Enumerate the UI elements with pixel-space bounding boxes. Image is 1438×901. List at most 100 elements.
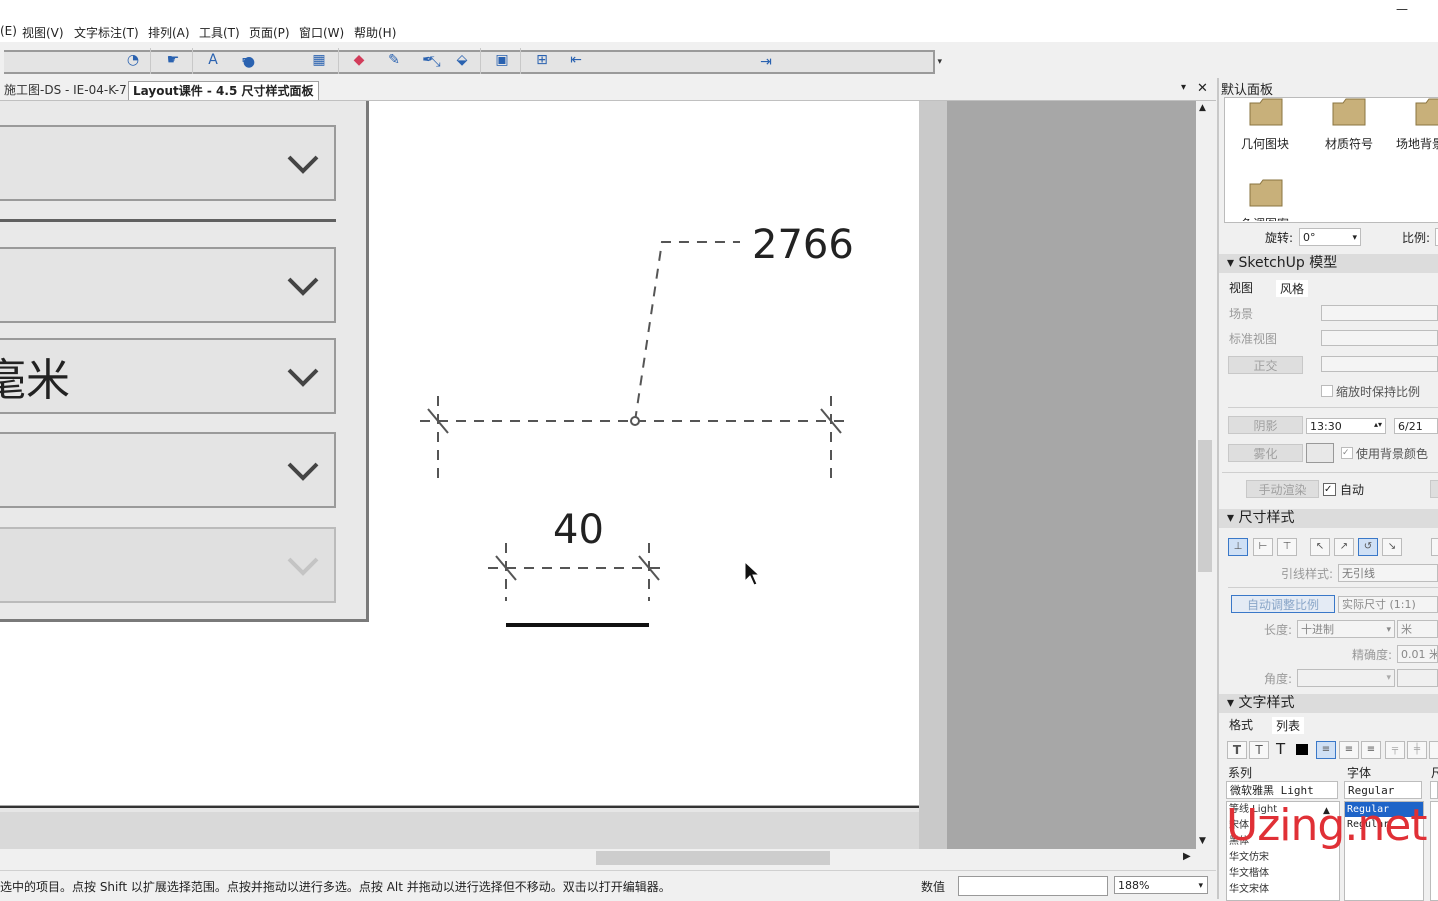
text-color-swatch[interactable]: [1296, 744, 1308, 755]
dim-more-icon[interactable]: [1431, 538, 1438, 556]
folder-icon[interactable]: [1331, 97, 1367, 127]
dim-align-3-icon[interactable]: ↺: [1358, 538, 1378, 556]
split-tool-icon[interactable]: ✒: [417, 50, 439, 70]
fog-button[interactable]: 雾化: [1228, 444, 1303, 462]
presentation-icon[interactable]: ▣: [491, 50, 513, 70]
zoom-select[interactable]: 188% ▾: [1114, 876, 1208, 894]
text-tool-icon[interactable]: A: [202, 50, 224, 70]
close-document-icon[interactable]: ✕: [1197, 81, 1208, 96]
label-tool-icon[interactable]: ⌐: [236, 50, 258, 70]
date-field[interactable]: 6/21: [1394, 418, 1438, 434]
manual-render-button[interactable]: 手动渲染: [1246, 480, 1319, 498]
scroll-up-icon[interactable]: ▲: [1199, 103, 1206, 113]
folder-icon[interactable]: [1414, 97, 1438, 127]
dimension-text-large[interactable]: 2766: [752, 222, 854, 268]
precision-label: 精确度:: [1352, 648, 1393, 662]
dropdown-2[interactable]: [0, 247, 336, 323]
menu-view[interactable]: 视图(V): [22, 24, 64, 41]
fog-color-swatch[interactable]: [1306, 443, 1334, 463]
length-unit-select[interactable]: 米: [1397, 620, 1438, 638]
angle-label: 角度:: [1264, 672, 1293, 686]
font-input[interactable]: Regular: [1344, 781, 1422, 799]
menu-edit[interactable]: (E): [0, 24, 17, 38]
folder-icon[interactable]: [1248, 97, 1284, 127]
tab-document-2[interactable]: Layout课件 - 4.5 尺寸样式面板: [128, 81, 319, 100]
precision-select[interactable]: 0.01 米: [1397, 645, 1438, 663]
text-outline-icon[interactable]: T: [1249, 741, 1269, 759]
anchor-bottom-icon[interactable]: [1429, 741, 1438, 759]
table-tool-icon[interactable]: ▦: [308, 50, 330, 70]
time-field[interactable]: 13:30 ▴▾: [1306, 418, 1386, 434]
use-bg-color-label: 使用背景颜色: [1356, 447, 1429, 461]
folder-label: 几何图块: [1241, 137, 1290, 151]
tab-style[interactable]: 风格: [1276, 280, 1309, 297]
auto-scale-button[interactable]: 自动调整比例: [1231, 595, 1335, 613]
list-item[interactable]: 华文仿宋: [1229, 850, 1339, 866]
dim-text-below-icon[interactable]: ⊤: [1277, 538, 1297, 556]
render-more-button[interactable]: [1430, 480, 1438, 498]
list-item[interactable]: 华文楷体: [1229, 866, 1339, 882]
scroll-right-icon[interactable]: ▶: [1183, 851, 1191, 862]
tab-list-dropdown[interactable]: ▾: [1181, 82, 1186, 93]
auto-render-checkbox[interactable]: ✓: [1323, 483, 1336, 496]
dim-text-above-icon[interactable]: ⊥: [1228, 538, 1248, 556]
eyedropper-tool-icon[interactable]: ✎: [383, 50, 405, 70]
rotate-select[interactable]: 0° ▾: [1299, 228, 1361, 246]
dim-align-2-icon[interactable]: ↗: [1334, 538, 1354, 556]
menu-pages[interactable]: 页面(P): [249, 24, 290, 41]
anchor-top-icon[interactable]: ╤: [1385, 741, 1405, 759]
text-color-icon[interactable]: T: [1276, 740, 1285, 758]
chevron-down-icon: [287, 462, 319, 481]
tab-document-1[interactable]: 施工图-DS - IE-04-K-7: [0, 81, 131, 99]
menu-text[interactable]: 文字标注(T): [74, 24, 139, 41]
dim-text-center-icon[interactable]: ⊢: [1253, 538, 1273, 556]
vertical-scroll-thumb[interactable]: [1198, 440, 1212, 572]
use-bg-color-checkbox[interactable]: ✓: [1341, 447, 1353, 459]
horizontal-scroll-thumb[interactable]: [596, 851, 830, 865]
prev-page-icon[interactable]: ⇤: [565, 50, 587, 70]
family-input[interactable]: 微软雅黑 Light: [1226, 781, 1338, 799]
tab-list[interactable]: 列表: [1272, 717, 1305, 734]
size-list[interactable]: [1430, 801, 1438, 901]
menu-bar: (E) 视图(V) 文字标注(T) 排列(A) 工具(T) 页面(P) 窗口(W…: [0, 22, 1438, 42]
align-center-icon[interactable]: ≡: [1339, 741, 1359, 759]
tab-view[interactable]: 视图: [1229, 279, 1253, 296]
actual-size-select[interactable]: 实际尺寸 (1:1): [1338, 596, 1438, 613]
text-bold-icon[interactable]: T: [1227, 741, 1247, 759]
align-right-icon[interactable]: ≡: [1361, 741, 1381, 759]
dropdown-unit[interactable]: 毫米: [0, 338, 336, 414]
offset-tool-icon[interactable]: ☛: [162, 50, 184, 70]
dropdown-1[interactable]: [0, 125, 336, 201]
minimize-button[interactable]: —: [1396, 2, 1410, 16]
keep-scale-checkbox[interactable]: [1321, 385, 1333, 397]
folder-icon[interactable]: [1248, 178, 1284, 208]
section-dimension-style[interactable]: ▾ 尺寸样式: [1219, 509, 1438, 528]
scroll-down-icon[interactable]: ▼: [1199, 836, 1206, 846]
anchor-middle-icon[interactable]: ╪: [1407, 741, 1427, 759]
shadow-button[interactable]: 阴影: [1228, 416, 1303, 434]
next-page-icon[interactable]: ⇥: [599, 50, 942, 74]
join-tool-icon[interactable]: ⬙: [451, 50, 473, 70]
menu-arrange[interactable]: 排列(A): [148, 24, 190, 41]
dropdown-4[interactable]: 1: [0, 432, 336, 508]
size-input[interactable]: [1430, 781, 1438, 799]
section-sketchup-model[interactable]: ▾ SketchUp 模型: [1219, 254, 1438, 273]
font-label: 字体: [1347, 766, 1372, 780]
value-input[interactable]: [958, 876, 1108, 896]
menu-tools[interactable]: 工具(T): [199, 24, 240, 41]
dim-align-4-icon[interactable]: ↘: [1382, 538, 1402, 556]
leader-style-select[interactable]: 无引线: [1338, 564, 1438, 582]
align-left-icon[interactable]: ≡: [1316, 741, 1336, 759]
add-page-icon[interactable]: ⊞: [531, 50, 553, 70]
menu-help[interactable]: 帮助(H): [354, 24, 396, 41]
tab-format[interactable]: 格式: [1229, 716, 1253, 733]
menu-window[interactable]: 窗口(W): [299, 24, 344, 41]
eraser-tool-icon[interactable]: ◆: [348, 50, 370, 70]
pie-tool-icon[interactable]: ◔: [122, 50, 144, 70]
length-format-select[interactable]: 十进制 ▾: [1297, 620, 1395, 638]
dim-align-1-icon[interactable]: ↖: [1310, 538, 1330, 556]
dimension-text-small[interactable]: 40: [553, 507, 604, 553]
ortho-button[interactable]: 正交: [1228, 356, 1303, 374]
list-item[interactable]: 华文宋体: [1229, 882, 1339, 898]
section-text-style[interactable]: ▾ 文字样式: [1219, 694, 1438, 713]
